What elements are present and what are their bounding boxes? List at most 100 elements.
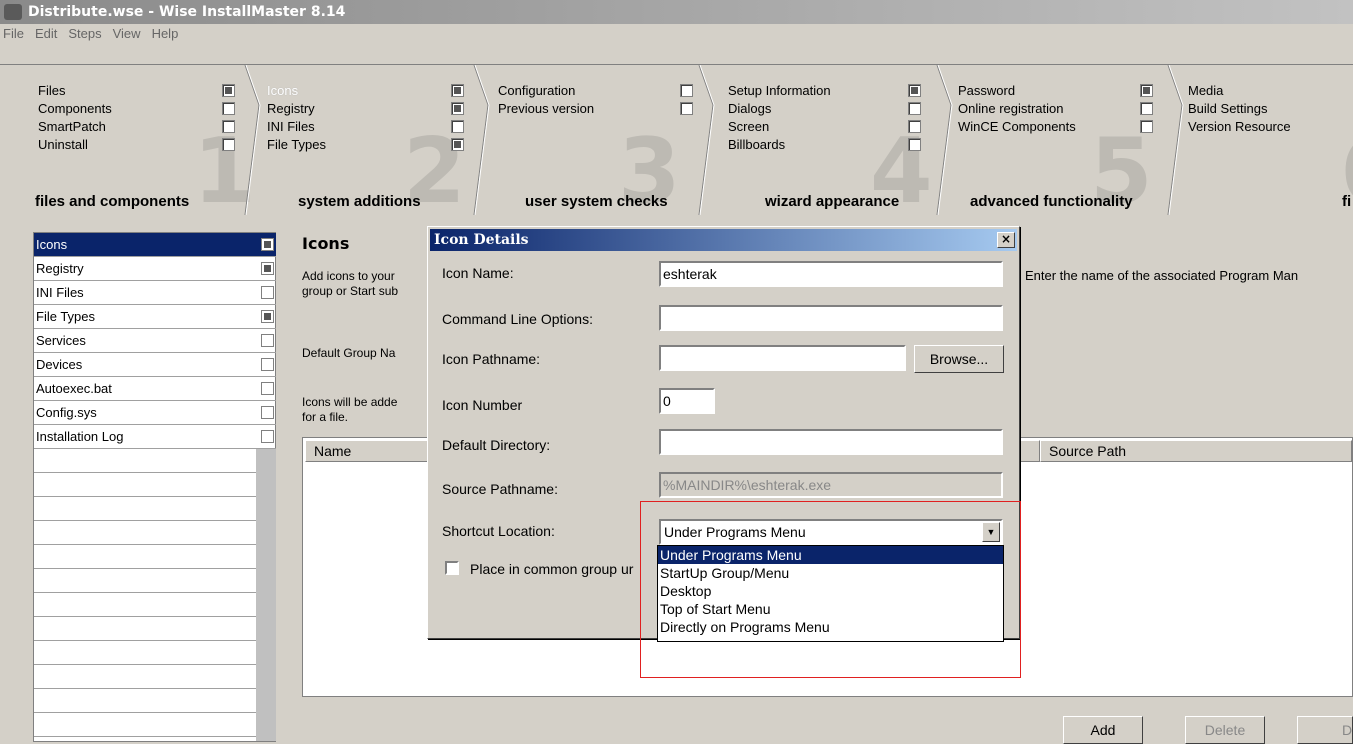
stage-checkbox[interactable] — [908, 84, 921, 97]
sidebar-item-file-types[interactable]: File Types — [34, 305, 276, 329]
icon-number-input[interactable]: 0 — [659, 388, 715, 414]
sidebar-item-autoexec[interactable]: Autoexec.bat — [34, 377, 276, 401]
icons-info-text: for a file. — [302, 410, 349, 424]
dropdown-option[interactable]: Directly on Programs Menu — [658, 618, 1003, 636]
details-button[interactable]: D — [1297, 716, 1353, 744]
common-group-label: Place in common group ur — [470, 561, 634, 577]
stage-checkbox[interactable] — [680, 102, 693, 115]
menu-view[interactable]: View — [113, 24, 141, 44]
close-icon[interactable]: × — [997, 232, 1015, 248]
stage-checkbox[interactable] — [451, 84, 464, 97]
dropdown-option[interactable]: Desktop — [658, 582, 1003, 600]
window-title: Distribute.wse - Wise InstallMaster 8.14 — [28, 4, 346, 20]
command-line-label: Command Line Options: — [442, 311, 593, 327]
stage-checkbox[interactable] — [451, 120, 464, 133]
sidebar-checkbox[interactable] — [261, 334, 274, 347]
sidebar-checkbox[interactable] — [261, 262, 274, 275]
stage-item[interactable]: File Types — [267, 137, 326, 152]
list-item — [34, 617, 276, 641]
menu-steps[interactable]: Steps — [68, 24, 101, 44]
sidebar-item-icons[interactable]: Icons — [34, 233, 276, 257]
stage-checkbox[interactable] — [222, 84, 235, 97]
menu-edit[interactable]: Edit — [35, 24, 57, 44]
sidebar-item-label: Services — [36, 333, 86, 348]
icon-name-input[interactable]: eshterak — [659, 261, 1003, 287]
stage-checkbox[interactable] — [1140, 120, 1153, 133]
sidebar-item-config-sys[interactable]: Config.sys — [34, 401, 276, 425]
dialog-title-bar: Icon Details × — [430, 229, 1017, 251]
stage-item[interactable]: INI Files — [267, 119, 315, 134]
menu-file[interactable]: File — [3, 24, 24, 44]
stage-name: user system checks — [525, 193, 668, 210]
program-group-hint: Enter the name of the associated Program… — [1025, 268, 1299, 283]
sidebar-item-ini-files[interactable]: INI Files — [34, 281, 276, 305]
stage-checkbox[interactable] — [451, 102, 464, 115]
stage-checkbox[interactable] — [1140, 102, 1153, 115]
stage-item[interactable]: Uninstall — [38, 137, 88, 152]
stage-item[interactable]: Previous version — [498, 101, 594, 116]
stage-name: advanced functionality — [970, 193, 1133, 210]
stage-checkbox[interactable] — [451, 138, 464, 151]
stage-2: 2 Icons Registry INI Files File Types sy… — [258, 65, 483, 217]
stage-item[interactable]: Files — [38, 83, 65, 98]
stage-item[interactable]: WinCE Components — [958, 119, 1076, 134]
stage-item[interactable]: Billboards — [728, 137, 785, 152]
sidebar-item-devices[interactable]: Devices — [34, 353, 276, 377]
browse-button[interactable]: Browse... — [914, 345, 1004, 373]
stage-item[interactable]: Configuration — [498, 83, 575, 98]
stage-checkbox[interactable] — [222, 138, 235, 151]
dropdown-option[interactable]: StartUp Group/Menu — [658, 564, 1003, 582]
column-header-source-path[interactable]: Source Path — [1040, 440, 1352, 462]
stage-item[interactable]: Version Resource — [1188, 119, 1291, 134]
stage-item[interactable]: Media — [1188, 83, 1223, 98]
add-button[interactable]: Add — [1063, 716, 1143, 744]
sidebar-checkbox[interactable] — [261, 382, 274, 395]
stage-item[interactable]: Registry — [267, 101, 315, 116]
wizard-stages: 1 Files Components SmartPatch Uninstall … — [0, 64, 1353, 217]
stage-checkbox[interactable] — [1140, 84, 1153, 97]
stage-checkbox[interactable] — [908, 102, 921, 115]
chevron-down-icon[interactable]: ▼ — [982, 522, 1000, 542]
common-group-checkbox[interactable] — [445, 561, 459, 575]
shortcut-location-select[interactable]: Under Programs Menu ▼ — [659, 519, 1003, 545]
sidebar-item-services[interactable]: Services — [34, 329, 276, 353]
stage-item[interactable]: Build Settings — [1188, 101, 1268, 116]
sidebar-checkbox[interactable] — [261, 358, 274, 371]
stage-name: fi — [1342, 193, 1352, 210]
sidebar-item-label: INI Files — [36, 285, 84, 300]
default-directory-input[interactable] — [659, 429, 1003, 455]
step-list: Icons Registry INI Files File Types Serv… — [33, 232, 276, 742]
stage-checkbox[interactable] — [222, 102, 235, 115]
sidebar-checkbox[interactable] — [261, 430, 274, 443]
stage-item[interactable]: Setup Information — [728, 83, 831, 98]
stage-item[interactable]: Components — [38, 101, 112, 116]
delete-button[interactable]: Delete — [1185, 716, 1265, 744]
sidebar-item-registry[interactable]: Registry — [34, 257, 276, 281]
stage-item[interactable]: Icons — [267, 83, 298, 98]
stage-separator — [698, 65, 715, 215]
dropdown-option[interactable]: Top of Start Menu — [658, 600, 1003, 618]
dropdown-option[interactable]: Under Programs Menu — [658, 546, 1003, 564]
stage-item[interactable]: Screen — [728, 119, 769, 134]
stage-checkbox[interactable] — [908, 138, 921, 151]
stage-item[interactable]: Dialogs — [728, 101, 771, 116]
sidebar-checkbox[interactable] — [261, 406, 274, 419]
sidebar-checkbox[interactable] — [261, 310, 274, 323]
stage-item[interactable]: Online registration — [958, 101, 1064, 116]
source-pathname-input: %MAINDIR%\eshterak.exe — [659, 472, 1003, 498]
list-item — [34, 713, 276, 737]
icon-pathname-input[interactable] — [659, 345, 906, 371]
stage-name: system additions — [298, 193, 421, 210]
sidebar-checkbox[interactable] — [261, 238, 274, 251]
stage-checkbox[interactable] — [680, 84, 693, 97]
stage-item[interactable]: Password — [958, 83, 1015, 98]
command-line-input[interactable] — [659, 305, 1003, 331]
stage-checkbox[interactable] — [908, 120, 921, 133]
stage-checkbox[interactable] — [222, 120, 235, 133]
list-item — [34, 449, 276, 473]
menu-help[interactable]: Help — [152, 24, 179, 44]
sidebar-checkbox[interactable] — [261, 286, 274, 299]
stage-item[interactable]: SmartPatch — [38, 119, 106, 134]
sidebar-item-installation-log[interactable]: Installation Log — [34, 425, 276, 449]
list-item — [34, 569, 276, 593]
